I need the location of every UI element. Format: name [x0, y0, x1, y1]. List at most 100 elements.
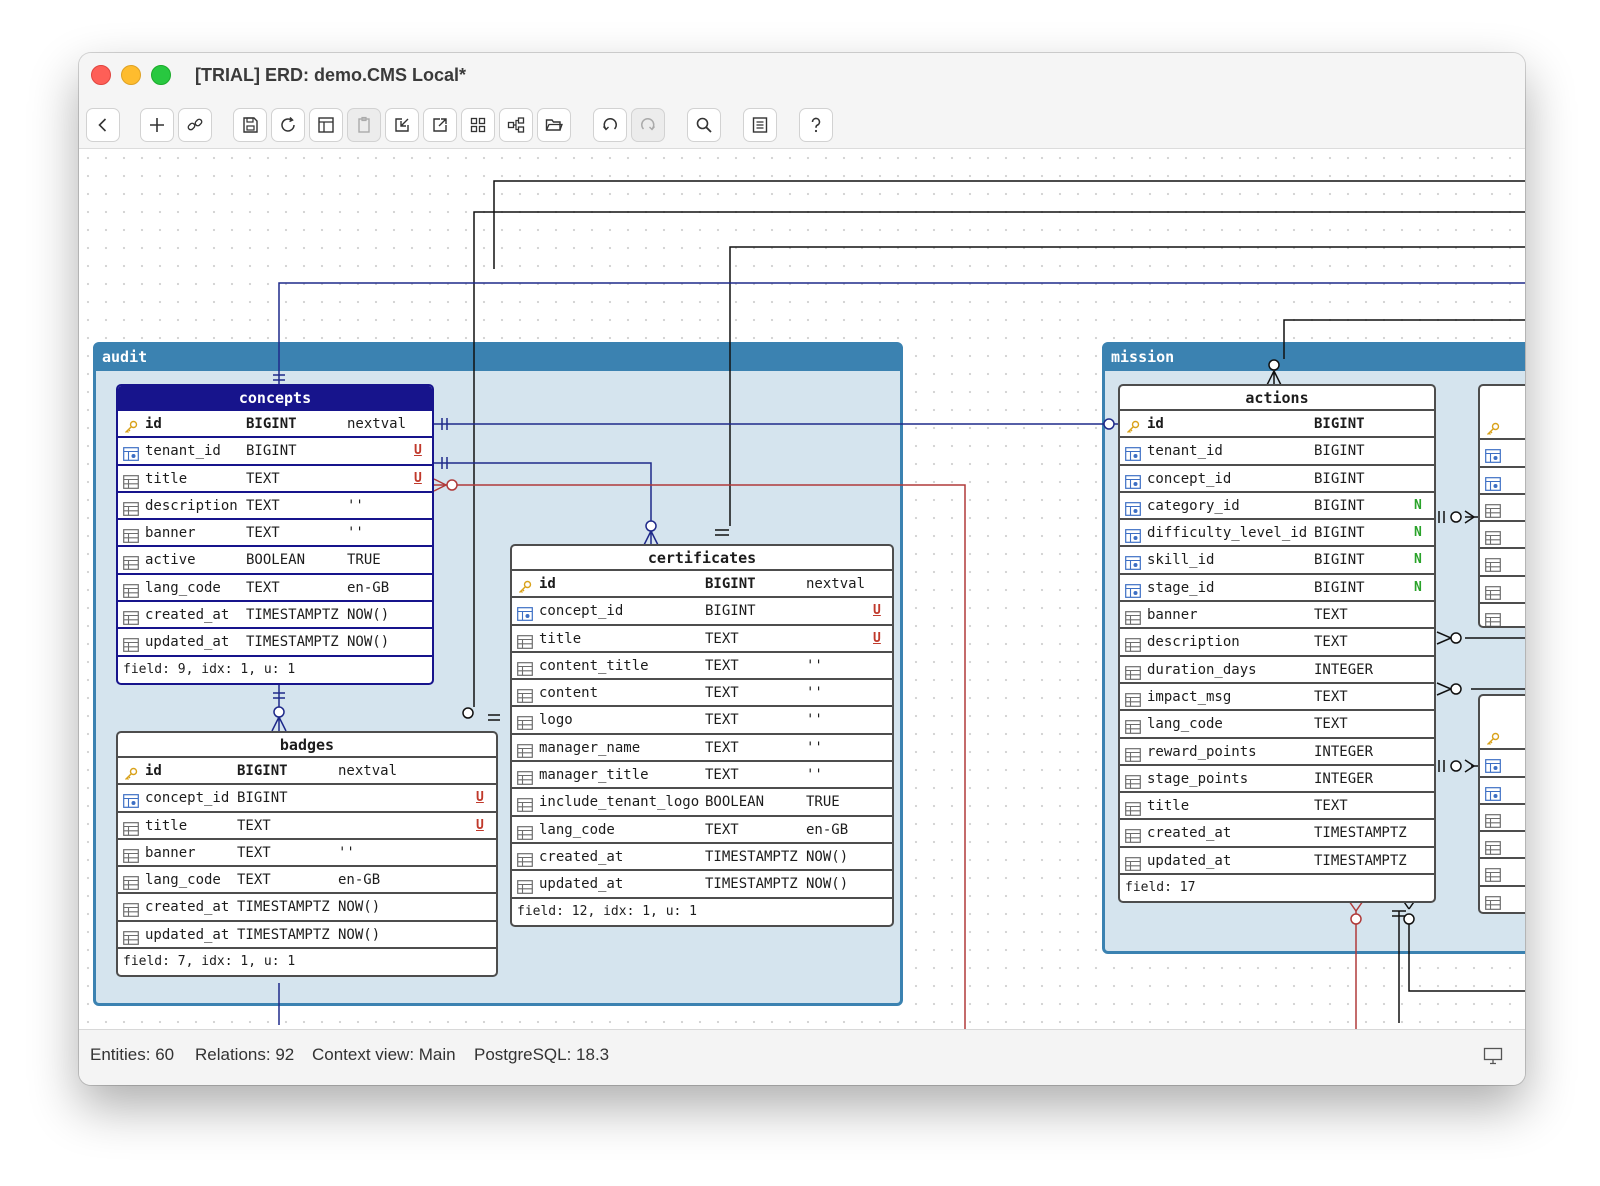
table-row[interactable]: created_at TIMESTAMPTZ NOW() — [118, 602, 432, 630]
table-row[interactable]: title TEXT U — [512, 626, 892, 653]
table-row[interactable]: include_tenant_logo BOOLEAN TRUE — [512, 789, 892, 817]
table-row[interactable]: concept_id BIGINT U — [512, 598, 892, 626]
table-row[interactable]: id BIGINT — [1120, 411, 1434, 439]
table-row[interactable]: description TEXT '' — [118, 493, 432, 521]
table-row[interactable] — [1480, 723, 1525, 751]
table-row[interactable] — [1480, 440, 1525, 468]
table-row[interactable]: lang_code TEXT — [1120, 711, 1434, 739]
properties-button[interactable] — [743, 108, 777, 142]
table-row[interactable]: created_at TIMESTAMPTZ NOW() — [118, 894, 496, 922]
table-row[interactable]: skill_id BIGINT N — [1120, 547, 1434, 575]
table-row[interactable]: updated_at TIMESTAMPTZ NOW() — [118, 922, 496, 950]
table-row[interactable] — [1480, 778, 1525, 805]
table-row[interactable]: id BIGINT nextval — [512, 571, 892, 599]
table-row[interactable] — [1480, 805, 1525, 833]
table-row[interactable]: title TEXT — [1120, 793, 1434, 821]
table-row[interactable]: id BIGINT nextval — [118, 411, 432, 439]
table-row[interactable]: tenant_id BIGINT — [1120, 438, 1434, 466]
entity-actions[interactable]: actions id BIGINT tenant_id BIGINT concept_i… — [1118, 384, 1436, 904]
table-row[interactable]: manager_name TEXT '' — [512, 735, 892, 763]
table-row[interactable]: duration_days INTEGER — [1120, 657, 1434, 684]
column-type: BIGINT — [237, 763, 288, 779]
save-button[interactable] — [233, 108, 267, 142]
table-row[interactable] — [1480, 577, 1525, 605]
table-row[interactable]: reward_points INTEGER — [1120, 739, 1434, 766]
monitor-icon[interactable] — [1483, 1047, 1503, 1065]
zoom-window-button[interactable] — [151, 65, 171, 85]
import-icon — [395, 118, 409, 132]
entity-badges[interactable]: badges id BIGINT nextval concept_id BIGINT Ut… — [116, 731, 498, 978]
entity-footer: field: 9, idx: 1, u: 1 — [123, 661, 296, 677]
entity-partial-lower[interactable]: fi — [1478, 694, 1525, 914]
entity-partial-upper[interactable]: fi — [1478, 384, 1525, 628]
foreign-key-icon — [1125, 581, 1141, 598]
table-row[interactable]: created_at TIMESTAMPTZ NOW() — [512, 844, 892, 872]
column-name: active — [145, 552, 196, 569]
table-row[interactable] — [1480, 522, 1525, 550]
layout-button[interactable] — [309, 108, 343, 142]
column-type: TIMESTAMPTZ — [705, 876, 798, 893]
table-row[interactable] — [1480, 413, 1525, 441]
link-button[interactable] — [178, 108, 212, 142]
table-row[interactable]: stage_points INTEGER — [1120, 766, 1434, 794]
table-row[interactable]: title TEXT U — [118, 813, 496, 840]
column-name: tenant_id — [145, 443, 221, 460]
table-row[interactable]: concept_id BIGINT U — [118, 785, 496, 813]
table-row[interactable]: concept_id BIGINT — [1120, 466, 1434, 493]
minimize-window-button[interactable] — [121, 65, 141, 85]
search-button[interactable] — [687, 108, 721, 142]
diagram-button[interactable] — [499, 108, 533, 142]
table-row[interactable]: logo TEXT '' — [512, 707, 892, 735]
table-row[interactable]: updated_at TIMESTAMPTZ NOW() — [118, 629, 432, 657]
table-row[interactable]: banner TEXT '' — [118, 840, 496, 868]
column-type: TEXT — [246, 525, 280, 542]
table-row[interactable] — [1480, 887, 1525, 912]
entity-certificates[interactable]: certificates id BIGINT nextval concept_id BI… — [510, 544, 894, 927]
table-row[interactable]: lang_code TEXT en-GB — [512, 817, 892, 844]
unique-badge: U — [414, 443, 422, 459]
table-row[interactable]: id BIGINT nextval — [118, 758, 496, 786]
open-folder-button[interactable] — [537, 108, 571, 142]
table-row[interactable]: lang_code TEXT en-GB — [118, 575, 432, 603]
close-window-button[interactable] — [91, 65, 111, 85]
table-row[interactable]: stage_id BIGINT N — [1120, 575, 1434, 603]
refresh-button[interactable] — [271, 108, 305, 142]
export-button[interactable] — [423, 108, 457, 142]
copy-button[interactable] — [347, 108, 381, 142]
table-row[interactable]: lang_code TEXT en-GB — [118, 867, 496, 895]
entity-concepts[interactable]: concepts id BIGINT nextval tenant_id BIGINT U… — [116, 384, 434, 685]
undo-button[interactable] — [593, 108, 627, 142]
table-row[interactable]: manager_title TEXT '' — [512, 762, 892, 790]
table-row[interactable] — [1480, 468, 1525, 495]
column-name: duration_days — [1147, 661, 1257, 678]
grid-button[interactable] — [461, 108, 495, 142]
table-row[interactable]: title TEXT U — [118, 466, 432, 493]
help-button[interactable] — [799, 108, 833, 142]
table-row[interactable]: category_id BIGINT N — [1120, 493, 1434, 521]
column-icon — [1125, 635, 1141, 653]
table-row[interactable] — [1480, 604, 1525, 626]
table-row[interactable]: active BOOLEAN TRUE — [118, 547, 432, 575]
table-row[interactable] — [1480, 495, 1525, 523]
table-row[interactable]: banner TEXT '' — [118, 520, 432, 548]
table-row[interactable] — [1480, 549, 1525, 577]
table-row[interactable]: impact_msg TEXT — [1120, 684, 1434, 712]
table-row[interactable]: updated_at TIMESTAMPTZ — [1120, 848, 1434, 876]
table-row[interactable]: description TEXT — [1120, 629, 1434, 657]
table-row[interactable] — [1480, 750, 1525, 778]
table-row[interactable]: created_at TIMESTAMPTZ — [1120, 820, 1434, 848]
table-row[interactable] — [1480, 832, 1525, 860]
table-row[interactable]: content TEXT '' — [512, 680, 892, 708]
table-row[interactable]: banner TEXT — [1120, 602, 1434, 630]
table-row[interactable]: updated_at TIMESTAMPTZ NOW() — [512, 871, 892, 899]
column-icon — [1485, 555, 1501, 573]
back-button[interactable] — [86, 108, 120, 142]
import-button[interactable] — [385, 108, 419, 142]
diagram-canvas[interactable]: audit mission concepts id BIGINT nextval… — [79, 149, 1525, 1029]
redo-button[interactable] — [631, 108, 665, 142]
table-row[interactable]: content_title TEXT '' — [512, 653, 892, 681]
table-row[interactable]: tenant_id BIGINT U — [118, 438, 432, 466]
add-entity-button[interactable] — [140, 108, 174, 142]
table-row[interactable] — [1480, 859, 1525, 887]
table-row[interactable]: difficulty_level_id BIGINT N — [1120, 520, 1434, 548]
